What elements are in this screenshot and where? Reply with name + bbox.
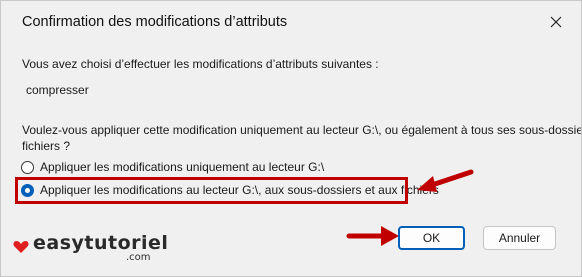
close-icon [550,16,562,28]
watermark-brand: easytutoriel [33,232,169,254]
annotation-highlight-box [15,177,408,204]
window-title: Confirmation des modifications d’attribu… [22,14,288,30]
radio-drive-only[interactable] [21,160,34,174]
heart-icon [13,241,29,253]
annotation-arrow-icon [346,226,399,246]
close-button[interactable] [533,1,579,43]
annotation-arrow-icon [417,169,474,192]
dialog-window: Confirmation des modifications d’attribu… [0,0,582,277]
cancel-button[interactable]: Annuler [483,226,556,250]
watermark-domain: .com [126,252,151,263]
title-bar: Confirmation des modifications d’attribu… [1,1,581,43]
ok-button[interactable]: OK [398,226,465,250]
question-text-line1: Voulez-vous appliquer cette modification… [22,123,582,137]
attribute-name: compresser [26,83,89,97]
question-text-line2: fichiers ? [22,139,71,153]
option-drive-only[interactable]: Appliquer les modifications uniquement a… [21,158,324,176]
option-drive-only-label: Appliquer les modifications uniquement a… [40,160,325,174]
intro-text: Vous avez choisi d’effectuer les modific… [22,57,379,71]
